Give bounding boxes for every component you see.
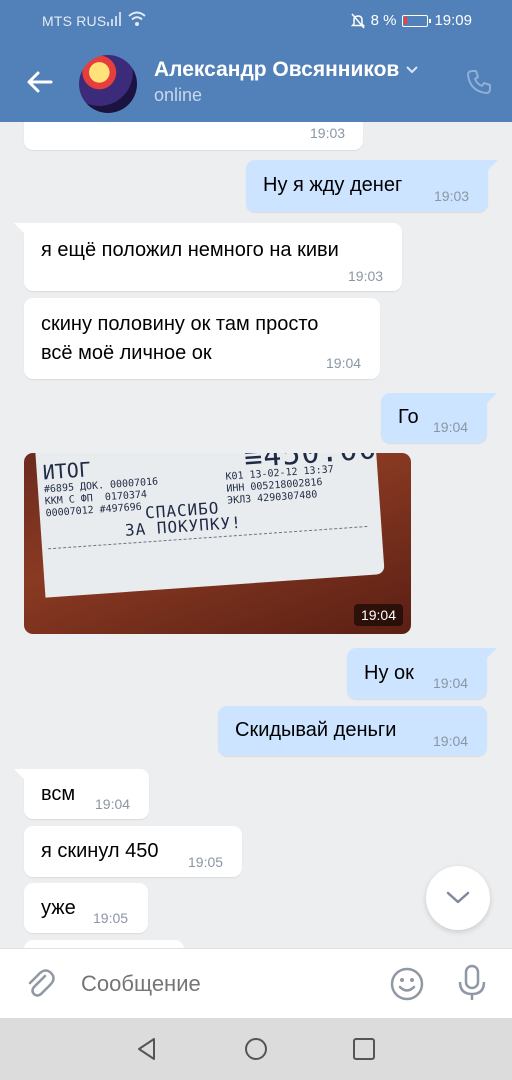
message-incoming[interactable]: всм 19:04 <box>14 769 149 819</box>
message-text: всм <box>41 783 76 805</box>
photo-time: 19:04 <box>353 604 403 626</box>
mute-bell-icon <box>350 13 365 28</box>
photo-message[interactable]: ИТОГ ≡450.00 #6895 ДОК. 00007016 ККМ С Ф… <box>24 453 411 634</box>
message-incoming[interactable]: я ещё положил немного на киви 19:03 <box>14 223 402 291</box>
wifi-icon <box>128 11 146 26</box>
carrier-label: MTS RUS <box>42 13 107 29</box>
message-time: 19:04 <box>326 355 362 371</box>
message-input[interactable] <box>81 969 381 999</box>
message-text: Ну ок <box>364 662 414 684</box>
message-text: скину половину ок там просто всё моё лич… <box>41 313 319 364</box>
contact-name-label: Александр Овсянников <box>154 58 400 81</box>
message-text: я скинул 450 <box>41 840 159 862</box>
message-time: 19:04 <box>433 675 469 691</box>
message-time: 19:04 <box>95 796 131 812</box>
message-time: 19:04 <box>433 733 469 749</box>
status-right: 8 % 19:09 <box>350 12 472 29</box>
android-nav-bar <box>0 1018 512 1080</box>
presence-status: online <box>154 85 203 105</box>
message-incoming-partial[interactable] <box>24 940 184 948</box>
message-text: уже <box>41 897 76 919</box>
receipt-total-label: ИТОГ <box>41 457 92 485</box>
message-incoming[interactable]: скину половину ок там просто всё моё лич… <box>24 298 380 379</box>
battery-percent: 8 % <box>370 12 397 29</box>
message-list[interactable]: 19:03 Ну я жду денег 19:03 я ещё положил… <box>0 122 512 948</box>
message-outgoing[interactable]: Скидывай деньги 19:04 <box>218 706 487 756</box>
back-arrow-icon[interactable] <box>24 66 56 98</box>
message-text: Скидывай деньги <box>235 719 397 741</box>
phone-icon[interactable] <box>465 68 493 96</box>
avatar[interactable] <box>79 55 137 113</box>
message-text: Ну я жду денег <box>263 174 403 196</box>
message-incoming[interactable]: я скинул 450 19:05 <box>24 826 242 877</box>
message-incoming[interactable]: уже 19:05 <box>24 883 148 933</box>
message-incoming[interactable]: 19:03 <box>24 122 363 150</box>
message-outgoing[interactable]: Го 19:04 <box>381 393 497 443</box>
message-time: 19:03 <box>434 188 470 204</box>
receipt-image: ИТОГ ≡450.00 #6895 ДОК. 00007016 ККМ С Ф… <box>34 453 385 598</box>
message-outgoing[interactable]: Ну я жду денег 19:03 <box>246 160 498 212</box>
battery-icon <box>402 14 432 27</box>
receipt-right-lines: К01 13-02-12 13:37 ИНН 005218002816 ЭКЛЗ… <box>225 464 335 507</box>
chat-header: Александр Овсянников online <box>0 42 512 122</box>
contact-name[interactable]: Александр Овсянников <box>154 58 419 82</box>
scroll-down-icon <box>446 891 470 904</box>
chevron-down-icon <box>406 66 419 74</box>
message-time: 19:05 <box>93 910 129 926</box>
message-text: я ещё положил немного на киви <box>41 239 339 261</box>
nav-recents-icon[interactable] <box>351 1036 377 1062</box>
message-time: 19:03 <box>310 125 346 141</box>
scroll-down-button[interactable] <box>426 866 490 930</box>
message-time: 19:04 <box>433 419 469 435</box>
status-bar: MTS RUS 8 % 19:09 <box>0 0 512 42</box>
paperclip-icon[interactable] <box>23 967 57 1001</box>
smile-icon[interactable] <box>389 966 425 1002</box>
message-composer <box>0 948 512 1018</box>
signal-icon <box>107 12 121 26</box>
nav-back-icon[interactable] <box>134 1036 160 1062</box>
message-outgoing[interactable]: Ну ок 19:04 <box>347 648 497 699</box>
message-text: Го <box>398 406 419 428</box>
top-bar: MTS RUS 8 % 19:09 Александр Овсянников o… <box>0 0 512 122</box>
mic-icon[interactable] <box>456 964 488 1002</box>
receipt-thanks: СПАСИБО ЗА ПОКУПКУ! <box>124 498 243 540</box>
clock: 19:09 <box>434 12 472 29</box>
message-time: 19:03 <box>348 268 384 284</box>
nav-home-icon[interactable] <box>243 1036 269 1062</box>
message-time: 19:05 <box>188 854 224 870</box>
